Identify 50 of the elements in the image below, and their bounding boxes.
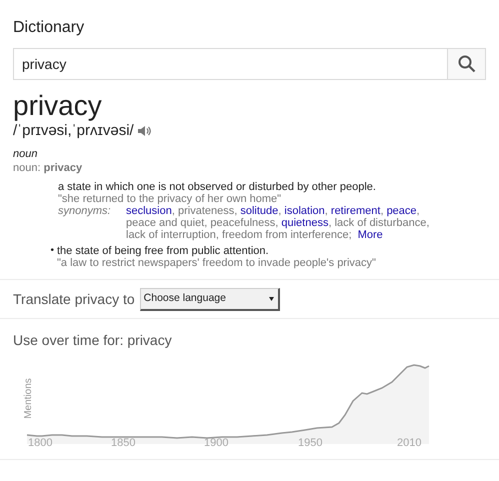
more-link[interactable]: More bbox=[358, 229, 383, 241]
separator: , bbox=[380, 205, 384, 217]
synonym-link[interactable]: retirement bbox=[330, 205, 380, 217]
synonym-link[interactable]: peace bbox=[386, 205, 417, 217]
axis-label: Mentions bbox=[22, 378, 35, 419]
synonym-link[interactable]: quietness bbox=[281, 217, 328, 229]
separator: , bbox=[204, 217, 208, 229]
usage-title: Use over time for: privacy bbox=[13, 331, 173, 349]
example: "a law to restrict newspapers' freedom to invade people's privacy" bbox=[57, 257, 376, 269]
part-of-speech: noun bbox=[13, 147, 38, 161]
separator: , bbox=[416, 205, 420, 217]
axis-tick-label: 1800 bbox=[28, 436, 52, 451]
definition: a state in which one is not observed or disturbed by other people. bbox=[58, 181, 377, 193]
axis-tick-label: 2010 bbox=[397, 436, 422, 451]
separator: , bbox=[216, 229, 220, 241]
separator: , bbox=[275, 217, 280, 229]
language-dropdown[interactable]: Choose language bbox=[140, 288, 280, 310]
synonym: privateness bbox=[178, 205, 234, 217]
synonym-link[interactable]: seclusion bbox=[126, 205, 172, 217]
synonym-link[interactable]: isolation bbox=[284, 205, 325, 217]
separator: , bbox=[172, 205, 176, 217]
search-button[interactable] bbox=[448, 48, 486, 80]
separator: , bbox=[234, 205, 238, 217]
synonym: peace and quiet bbox=[126, 217, 204, 229]
synonyms-label: synonyms: bbox=[58, 205, 112, 219]
axis-tick-label: 1950 bbox=[298, 436, 322, 451]
separator: , bbox=[328, 217, 333, 229]
speaker-icon[interactable] bbox=[138, 125, 151, 137]
synonym: lack of disturbance bbox=[334, 217, 426, 229]
definition: the state of being free from public attention. bbox=[57, 245, 270, 257]
separator: , bbox=[426, 217, 430, 229]
example: "she returned to the privacy of her own home" bbox=[58, 193, 282, 205]
axis-tick-label: 1850 bbox=[111, 436, 136, 451]
axis-tick-label: 1900 bbox=[204, 436, 228, 451]
separator: ; bbox=[348, 229, 353, 241]
bullet: • bbox=[50, 245, 54, 258]
separator: , bbox=[324, 205, 329, 217]
search-icon bbox=[458, 55, 476, 73]
synonym: peacefulness bbox=[210, 217, 276, 229]
synonym: lack of interruption bbox=[126, 229, 216, 241]
word-form: noun: privacy bbox=[13, 161, 84, 175]
pronunciation: /ˈprɪvəsi,ˈprʌɪvəsi/ bbox=[13, 122, 134, 140]
translate-label: Translate privacy to bbox=[13, 290, 135, 309]
search-field[interactable]: privacy bbox=[13, 48, 448, 80]
separator: , bbox=[278, 205, 282, 217]
synonym-link[interactable]: solitude bbox=[240, 205, 278, 217]
caret-icon bbox=[268, 296, 274, 300]
synonym: freedom from interference bbox=[222, 229, 349, 241]
headword: privacy bbox=[13, 90, 103, 122]
section-title: Dictionary bbox=[13, 18, 86, 38]
